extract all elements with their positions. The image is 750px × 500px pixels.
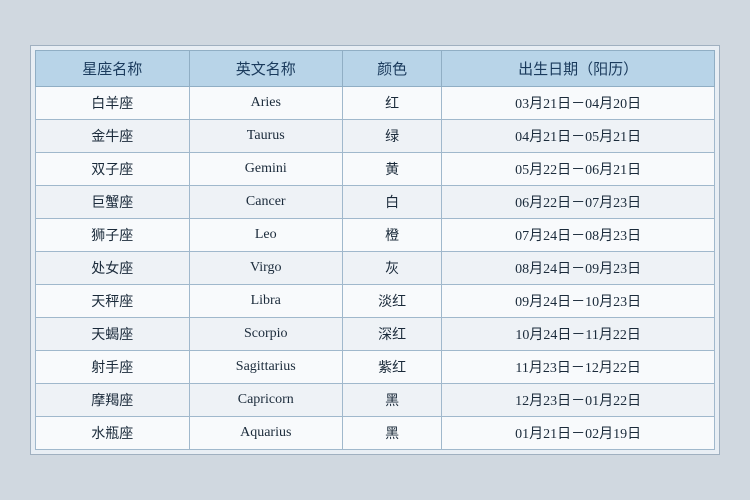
cell-english-name: Libra: [189, 285, 343, 318]
cell-chinese-name: 双子座: [36, 153, 190, 186]
cell-chinese-name: 天秤座: [36, 285, 190, 318]
cell-english-name: Cancer: [189, 186, 343, 219]
cell-dates: 06月22日－07月23日: [442, 186, 715, 219]
cell-color: 灰: [343, 252, 442, 285]
cell-chinese-name: 巨蟹座: [36, 186, 190, 219]
cell-color: 黄: [343, 153, 442, 186]
zodiac-table: 星座名称 英文名称 颜色 出生日期（阳历） 白羊座Aries红03月21日－04…: [35, 50, 715, 450]
table-header-row: 星座名称 英文名称 颜色 出生日期（阳历）: [36, 51, 715, 87]
cell-english-name: Scorpio: [189, 318, 343, 351]
cell-english-name: Sagittarius: [189, 351, 343, 384]
table-row: 摩羯座Capricorn黑12月23日－01月22日: [36, 384, 715, 417]
cell-chinese-name: 水瓶座: [36, 417, 190, 450]
cell-color: 淡红: [343, 285, 442, 318]
cell-english-name: Leo: [189, 219, 343, 252]
table-row: 射手座Sagittarius紫红11月23日－12月22日: [36, 351, 715, 384]
cell-dates: 09月24日－10月23日: [442, 285, 715, 318]
header-english-name: 英文名称: [189, 51, 343, 87]
cell-color: 绿: [343, 120, 442, 153]
header-color: 颜色: [343, 51, 442, 87]
cell-chinese-name: 射手座: [36, 351, 190, 384]
cell-dates: 10月24日－11月22日: [442, 318, 715, 351]
cell-english-name: Aquarius: [189, 417, 343, 450]
cell-color: 黑: [343, 384, 442, 417]
table-row: 巨蟹座Cancer白06月22日－07月23日: [36, 186, 715, 219]
cell-chinese-name: 白羊座: [36, 87, 190, 120]
table-row: 处女座Virgo灰08月24日－09月23日: [36, 252, 715, 285]
table-row: 双子座Gemini黄05月22日－06月21日: [36, 153, 715, 186]
cell-chinese-name: 处女座: [36, 252, 190, 285]
header-dates: 出生日期（阳历）: [442, 51, 715, 87]
cell-color: 深红: [343, 318, 442, 351]
cell-dates: 01月21日－02月19日: [442, 417, 715, 450]
cell-chinese-name: 天蝎座: [36, 318, 190, 351]
cell-color: 红: [343, 87, 442, 120]
cell-dates: 07月24日－08月23日: [442, 219, 715, 252]
table-row: 天蝎座Scorpio深红10月24日－11月22日: [36, 318, 715, 351]
cell-color: 紫红: [343, 351, 442, 384]
cell-color: 橙: [343, 219, 442, 252]
cell-english-name: Virgo: [189, 252, 343, 285]
table-row: 天秤座Libra淡红09月24日－10月23日: [36, 285, 715, 318]
cell-chinese-name: 狮子座: [36, 219, 190, 252]
zodiac-table-container: 星座名称 英文名称 颜色 出生日期（阳历） 白羊座Aries红03月21日－04…: [30, 45, 720, 455]
table-row: 狮子座Leo橙07月24日－08月23日: [36, 219, 715, 252]
cell-dates: 03月21日－04月20日: [442, 87, 715, 120]
cell-dates: 08月24日－09月23日: [442, 252, 715, 285]
table-row: 金牛座Taurus绿04月21日－05月21日: [36, 120, 715, 153]
table-row: 白羊座Aries红03月21日－04月20日: [36, 87, 715, 120]
cell-chinese-name: 摩羯座: [36, 384, 190, 417]
cell-dates: 05月22日－06月21日: [442, 153, 715, 186]
cell-dates: 04月21日－05月21日: [442, 120, 715, 153]
cell-dates: 12月23日－01月22日: [442, 384, 715, 417]
cell-dates: 11月23日－12月22日: [442, 351, 715, 384]
cell-color: 白: [343, 186, 442, 219]
header-chinese-name: 星座名称: [36, 51, 190, 87]
table-row: 水瓶座Aquarius黑01月21日－02月19日: [36, 417, 715, 450]
cell-english-name: Capricorn: [189, 384, 343, 417]
cell-english-name: Aries: [189, 87, 343, 120]
cell-english-name: Taurus: [189, 120, 343, 153]
cell-english-name: Gemini: [189, 153, 343, 186]
cell-color: 黑: [343, 417, 442, 450]
cell-chinese-name: 金牛座: [36, 120, 190, 153]
